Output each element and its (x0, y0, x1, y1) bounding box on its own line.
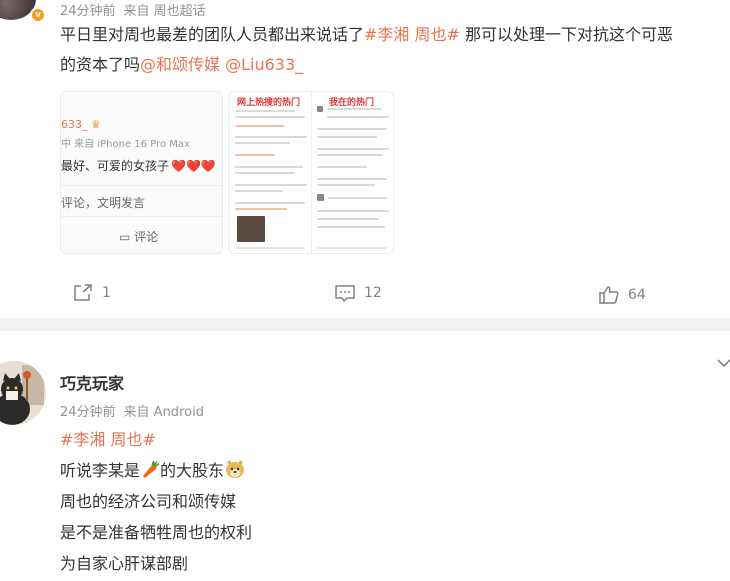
text-line (317, 178, 387, 180)
heart-icon: ❤️❤️❤️ (171, 159, 216, 173)
post-meta: 24分钟前 来自 Android (60, 401, 204, 420)
text-line (327, 108, 382, 110)
text-line (327, 116, 389, 118)
screenshot-handle: 633_ (61, 118, 88, 131)
avatar (317, 106, 323, 112)
topic-link[interactable]: #李湘 周也# (60, 424, 252, 455)
post-text-line: 为自家心肝谋部剧 (60, 554, 189, 573)
post-text: #李湘 周也# 听说李某是 的大股东 周也的经济公司和颂传媒 是不是准备牺牲周也… (60, 424, 252, 579)
post-text-plain: 的资本了吗 (60, 55, 141, 74)
text-line (317, 128, 387, 130)
post-text-line: 是不是准备牺牲周也的权利 (60, 523, 253, 542)
text-line (235, 154, 275, 156)
mention-link[interactable]: @和颂传媒 (140, 55, 220, 74)
post-text: 平日里对周也最差的团队人员都出来说话了#李湘 周也# 那可以处理一下对抗这个可恶… (60, 20, 730, 80)
text-line (317, 210, 389, 212)
cat-avatar-icon (0, 361, 46, 425)
text-line (235, 116, 305, 118)
post-source[interactable]: 来自 周也超话 (124, 4, 206, 19)
text-line (235, 110, 295, 112)
carrot-emoji-icon (140, 458, 160, 489)
post-source: 来自 Android (123, 405, 204, 420)
image-thumbnail[interactable]: 网上热搜的热门 我在的热门 (228, 91, 394, 254)
text-line (317, 166, 367, 168)
text-line (317, 148, 389, 150)
comment-icon (335, 285, 355, 303)
text-line (235, 125, 285, 127)
like-button[interactable]: 64 (598, 285, 646, 309)
avatar[interactable] (0, 361, 46, 425)
comment-count: 12 (364, 285, 382, 301)
post-text-line: 周也的经济公司和颂传媒 (60, 492, 237, 511)
text-line (235, 136, 307, 138)
text-line (317, 184, 375, 186)
image-thumbnail[interactable]: 633_ ♛ 中 来自 iPhone 16 Pro Max 最好、可爱的女孩子 ❤… (60, 91, 223, 254)
post-meta: 24分钟前 来自 周也超话 (60, 0, 206, 19)
photo-thumbnail (237, 216, 265, 242)
text-line (235, 208, 287, 210)
text-line (235, 247, 305, 249)
text-line (317, 154, 383, 156)
mention-link[interactable]: @Liu633_ (220, 55, 303, 74)
screenshot-comment-label: 评论 (134, 230, 159, 244)
post-text-plain: 的大股东 (160, 461, 225, 480)
chevron-down-icon[interactable] (716, 354, 730, 373)
post-text-plain: 平日里对周也最差的团队人员都出来说话了 (60, 25, 365, 44)
comment-icon: ▭ (119, 230, 131, 244)
text-line (317, 136, 377, 138)
share-button[interactable]: 1 (72, 283, 111, 307)
text-line (235, 202, 305, 204)
share-count: 1 (102, 285, 111, 301)
verified-badge-icon: v (30, 7, 46, 23)
screenshot-title-right: 我在的热门 (329, 98, 375, 108)
divider (61, 216, 222, 217)
post-text-plain: 听说李某是 (60, 461, 141, 480)
text-line (317, 226, 385, 228)
username[interactable]: 巧克玩家 (60, 370, 124, 394)
text-line (235, 166, 303, 168)
text-line (317, 247, 387, 249)
text-line (327, 197, 387, 199)
post-time[interactable]: 24分钟前 (60, 4, 116, 19)
share-icon (74, 284, 92, 301)
like-count: 64 (628, 287, 646, 303)
text-line (235, 184, 307, 186)
feed-separator (0, 318, 730, 331)
crown-icon: ♛ (91, 118, 101, 131)
post-images: 633_ ♛ 中 来自 iPhone 16 Pro Max 最好、可爱的女孩子 ❤… (60, 91, 395, 254)
screenshot-comment: 最好、可爱的女孩子 (61, 159, 170, 173)
feed-page: v 24分钟前 来自 周也超话 平日里对周也最差的团队人员都出来说话了#李湘 周也… (0, 0, 730, 581)
post-text-plain: 那可以处理一下对抗这个可恶 (459, 25, 674, 44)
text-line (235, 172, 295, 174)
divider (61, 185, 222, 186)
avatar (317, 194, 324, 201)
doge-emoji-icon (224, 458, 246, 489)
post-time[interactable]: 24分钟前 (60, 405, 116, 420)
comment-button[interactable]: 12 (334, 283, 382, 307)
text-line (235, 142, 290, 144)
divider (311, 92, 312, 253)
screenshot-title-left: 网上热搜的热门 (237, 98, 301, 108)
topic-link[interactable]: #李湘 周也# (364, 25, 460, 44)
text-line (235, 190, 283, 192)
thumbs-up-icon (599, 286, 619, 304)
screenshot-input-hint: 评论，文明发言 (61, 196, 146, 210)
text-line (317, 218, 379, 220)
screenshot-device: 中 来自 iPhone 16 Pro Max (61, 139, 190, 150)
